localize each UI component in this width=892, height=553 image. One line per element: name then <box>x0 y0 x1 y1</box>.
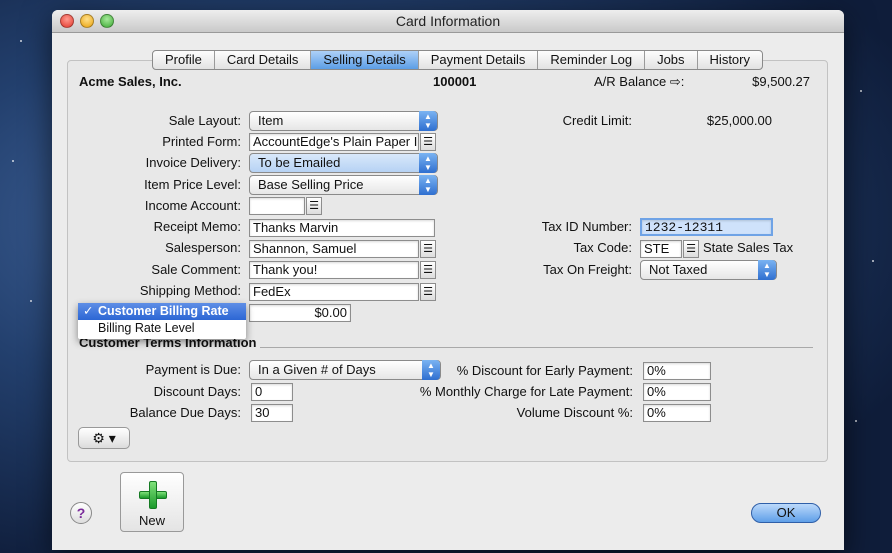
checkmark-icon: ✓ <box>83 304 94 318</box>
receipt-memo-label: Receipt Memo: <box>153 219 241 234</box>
tax-id-field[interactable]: 1232-12311 <box>640 218 773 236</box>
discount-days-label: Discount Days: <box>153 384 241 399</box>
early-payment-discount-label: % Discount for Early Payment: <box>456 363 633 378</box>
title-bar: Card Information <box>52 10 844 33</box>
shipping-method-label: Shipping Method: <box>139 283 241 298</box>
sale-comment-field[interactable]: Thank you! <box>249 261 419 279</box>
payment-due-value: In a Given # of Days <box>258 362 376 377</box>
balance-due-days-field[interactable]: 30 <box>251 404 293 422</box>
tax-on-freight-popup[interactable]: Not Taxed ▲ ▼ <box>640 260 777 280</box>
popup-arrows-icon: ▲ ▼ <box>419 111 437 131</box>
close-window-button[interactable] <box>60 14 74 28</box>
invoice-delivery-value: To be Emailed <box>258 155 341 170</box>
ok-button[interactable]: OK <box>751 503 821 523</box>
ar-balance-label: A/R Balance ⇨: <box>594 72 684 92</box>
company-name: Acme Sales, Inc. <box>79 74 182 89</box>
list-lookup-icon[interactable]: ☰ <box>420 283 436 301</box>
sale-layout-label: Sale Layout: <box>168 113 241 128</box>
tab-profile[interactable]: Profile <box>153 51 215 69</box>
list-lookup-icon[interactable]: ☰ <box>420 133 436 151</box>
late-payment-charge-label: % Monthly Charge for Late Payment: <box>419 384 633 399</box>
early-payment-discount-field[interactable]: 0% <box>643 362 711 380</box>
menu-item-label: Customer Billing Rate <box>98 304 229 318</box>
salesperson-label: Salesperson: <box>165 240 241 255</box>
late-payment-charge-field[interactable]: 0% <box>643 383 711 401</box>
volume-discount-field[interactable]: 0% <box>643 404 711 422</box>
salesperson-field[interactable]: Shannon, Samuel <box>249 240 419 258</box>
popup-arrows-icon: ▲ ▼ <box>419 175 437 195</box>
tab-bar: Profile Card Details Selling Details Pay… <box>152 50 763 70</box>
invoice-delivery-label: Invoice Delivery: <box>145 155 241 170</box>
billing-rate-field[interactable]: $0.00 <box>249 304 351 322</box>
list-lookup-icon[interactable]: ☰ <box>420 261 436 279</box>
popup-arrows-icon: ▲ ▼ <box>419 153 437 173</box>
tax-on-freight-label: Tax On Freight: <box>543 262 632 277</box>
credit-limit-value: $25,000.00 <box>706 113 772 128</box>
new-button-label: New <box>138 513 165 528</box>
tab-jobs[interactable]: Jobs <box>645 51 698 69</box>
income-account-label: Income Account: <box>144 198 241 213</box>
ar-balance-label-text: A/R Balance <box>594 74 667 89</box>
new-button[interactable]: New <box>120 472 184 532</box>
credit-limit-label: Credit Limit: <box>562 113 632 128</box>
sale-comment-label: Sale Comment: <box>151 262 241 277</box>
printed-form-label: Printed Form: <box>162 134 241 149</box>
menu-item-customer-billing-rate[interactable]: ✓ Customer Billing Rate <box>78 303 246 320</box>
menu-item-label: Billing Rate Level <box>98 321 195 335</box>
item-price-level-label: Item Price Level: <box>144 177 241 192</box>
discount-days-field[interactable]: 0 <box>251 383 293 401</box>
section-divider <box>260 347 813 348</box>
sale-layout-value: Item <box>258 113 284 128</box>
gear-menu-button[interactable]: ⚙ ▾ <box>78 427 130 449</box>
background-star <box>20 40 22 42</box>
tab-reminder-log[interactable]: Reminder Log <box>538 51 646 69</box>
popup-arrows-icon: ▲ ▼ <box>758 260 776 280</box>
ar-balance-value: $9,500.27 <box>752 74 810 89</box>
minimize-window-button[interactable] <box>80 14 94 28</box>
menu-item-billing-rate-level[interactable]: Billing Rate Level <box>78 320 246 337</box>
background-star <box>12 160 14 162</box>
tax-id-label: Tax ID Number: <box>541 219 632 234</box>
background-star <box>30 300 32 302</box>
tax-code-field[interactable]: STE <box>640 240 682 258</box>
list-lookup-icon[interactable]: ☰ <box>683 240 699 258</box>
item-price-level-popup[interactable]: Base Selling Price ▲ ▼ <box>249 175 438 195</box>
sale-layout-popup[interactable]: Item ▲ ▼ <box>249 111 438 131</box>
invoice-delivery-popup[interactable]: To be Emailed ▲ ▼ <box>249 153 438 173</box>
help-button[interactable]: ? <box>70 502 92 524</box>
background-star <box>855 420 857 422</box>
tab-card-details[interactable]: Card Details <box>215 51 312 69</box>
card-id: 100001 <box>433 74 477 89</box>
income-account-field[interactable] <box>249 197 305 215</box>
balance-due-days-label: Balance Due Days: <box>129 405 241 420</box>
zoom-window-button[interactable] <box>100 14 114 28</box>
receipt-memo-field[interactable]: Thanks Marvin <box>249 219 435 237</box>
window-title: Card Information <box>395 13 501 29</box>
tax-code-label: Tax Code: <box>573 240 632 255</box>
tab-selling-details[interactable]: Selling Details <box>311 51 419 69</box>
item-price-level-value: Base Selling Price <box>258 177 364 192</box>
payment-due-label: Payment is Due: <box>145 362 241 377</box>
plus-icon <box>139 481 167 509</box>
list-lookup-icon[interactable]: ☰ <box>306 197 322 215</box>
shipping-method-field[interactable]: FedEx <box>249 283 419 301</box>
tab-payment-details[interactable]: Payment Details <box>419 51 539 69</box>
background-star <box>872 260 874 262</box>
background-star <box>860 90 862 92</box>
ar-balance-arrow-icon[interactable]: ⇨: <box>670 74 685 89</box>
printed-form-field[interactable]: AccountEdge's Plain Paper In <box>249 133 419 151</box>
tab-history[interactable]: History <box>698 51 762 69</box>
list-lookup-icon[interactable]: ☰ <box>420 240 436 258</box>
volume-discount-label: Volume Discount %: <box>516 405 633 420</box>
billing-rate-menu: ✓ Customer Billing Rate Billing Rate Lev… <box>78 303 246 339</box>
tax-on-freight-value: Not Taxed <box>649 262 708 277</box>
tax-code-description: State Sales Tax <box>703 240 794 255</box>
